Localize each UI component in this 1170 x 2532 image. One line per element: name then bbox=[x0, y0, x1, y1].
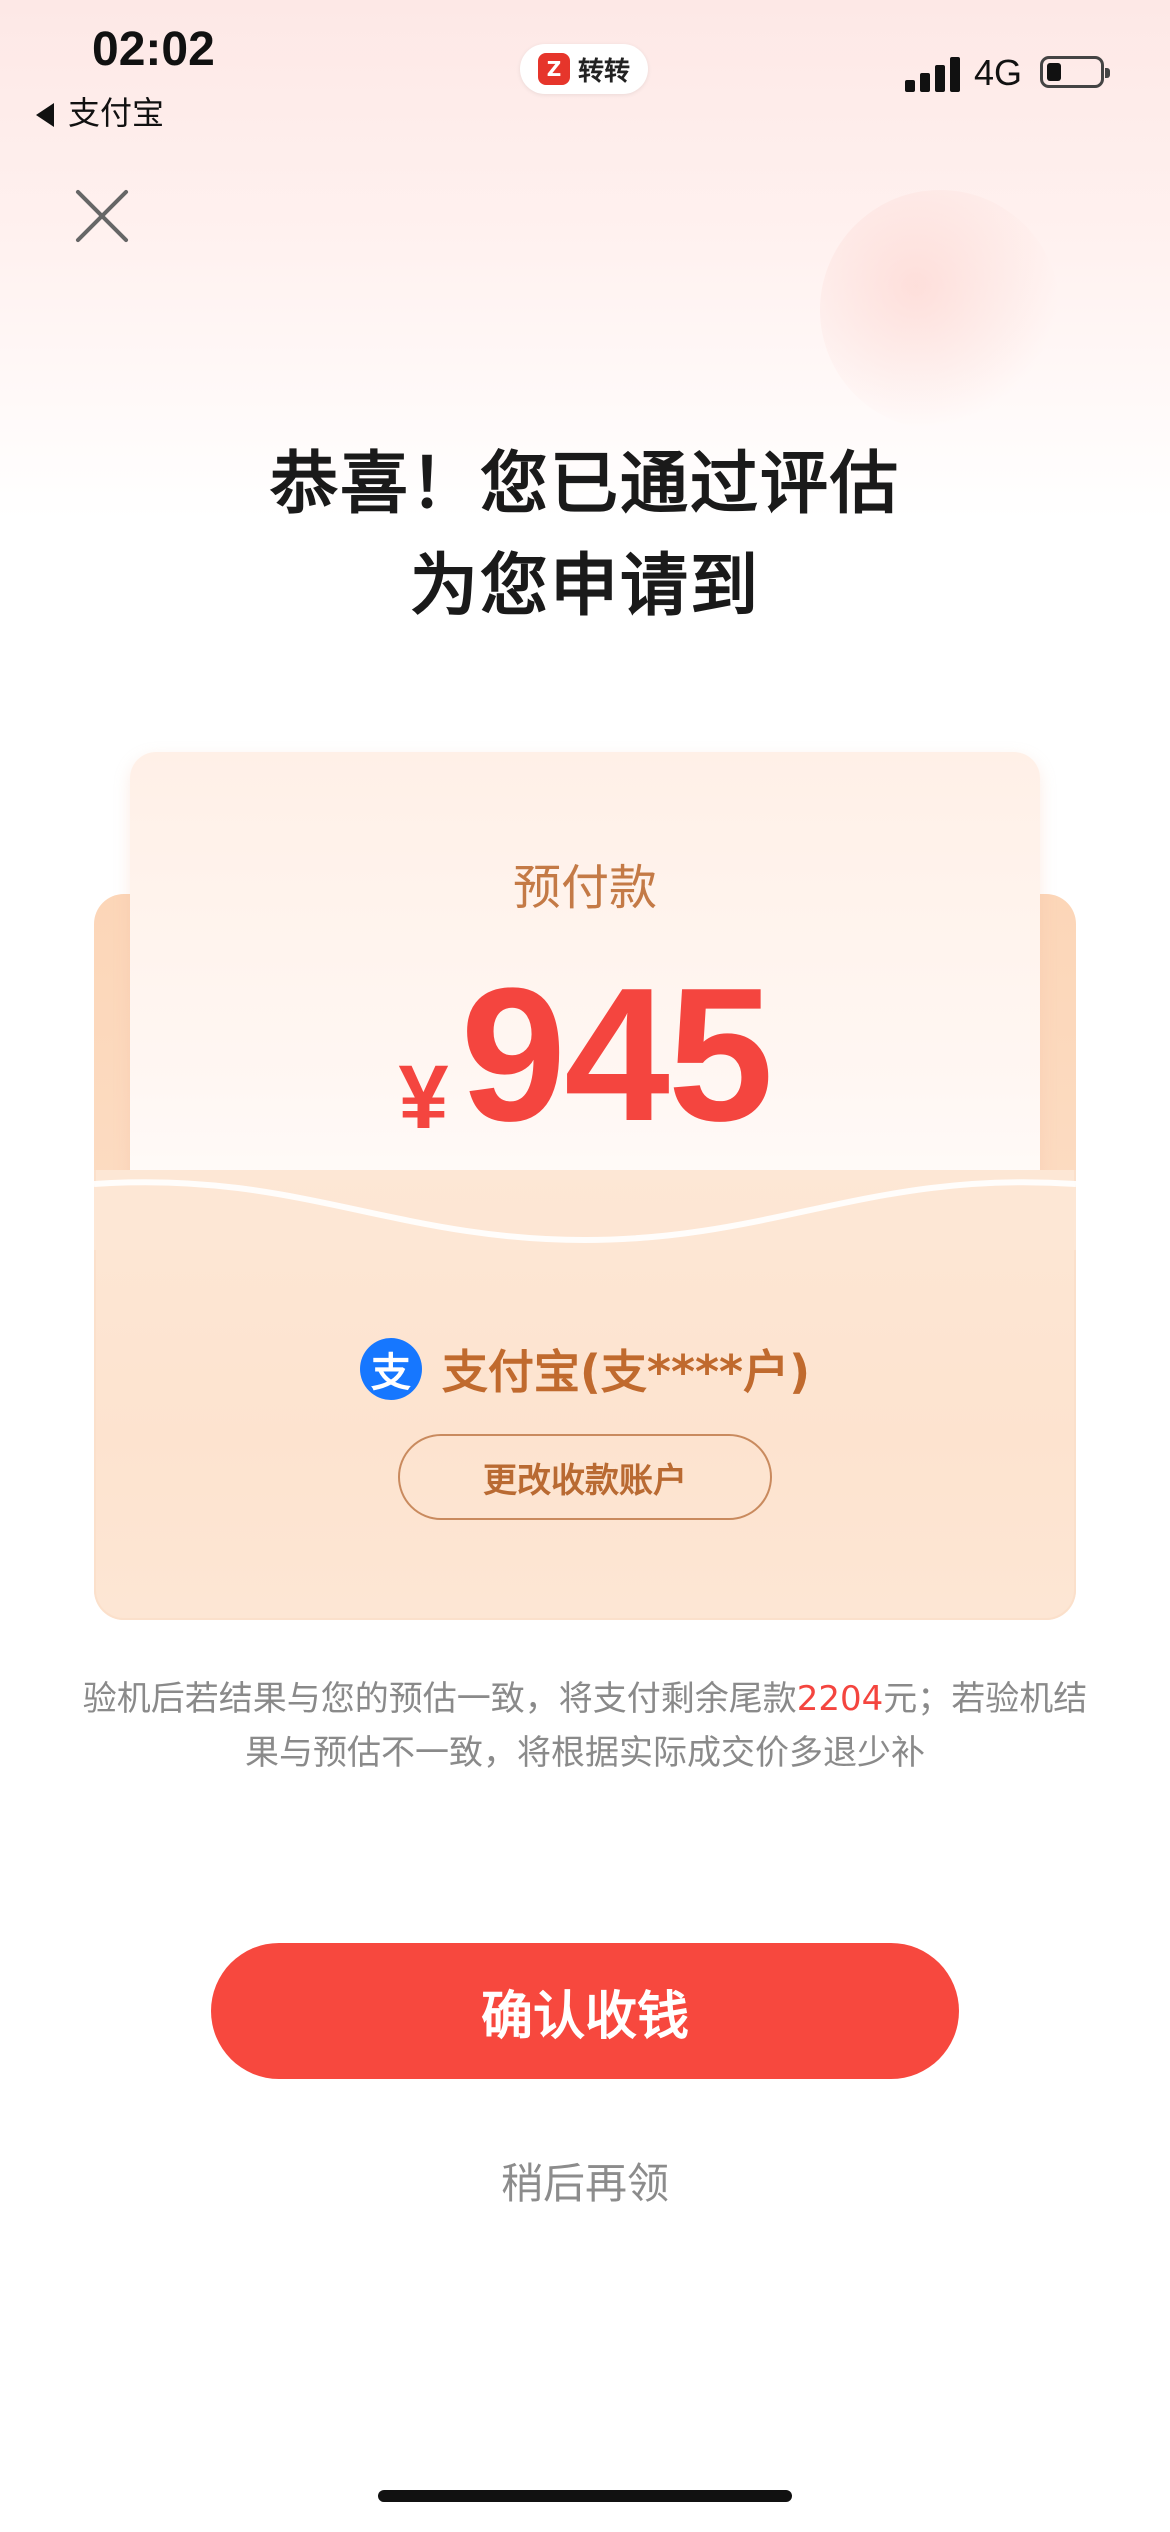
change-account-button[interactable]: 更改收款账户 bbox=[398, 1434, 772, 1520]
confirm-receive-button[interactable]: 确认收钱 bbox=[211, 1943, 959, 2079]
home-indicator[interactable] bbox=[378, 2490, 792, 2502]
settlement-note: 验机后若结果与您的预估一致，将支付剩余尾款2204元；若验机结果与预估不一致，将… bbox=[80, 1672, 1090, 1780]
alipay-icon: 支 bbox=[359, 1338, 422, 1400]
signal-icon bbox=[905, 56, 961, 92]
prepay-label: 预付款 bbox=[512, 860, 657, 916]
zhuanzhuan-logo-icon: Z bbox=[537, 53, 570, 85]
envelope-wave bbox=[94, 1179, 1076, 1250]
remaining-amount: 2204 bbox=[796, 1679, 884, 1719]
receiving-account: 支 支付宝(支****户) bbox=[0, 1336, 1170, 1402]
status-time: 02:02 bbox=[92, 23, 215, 76]
claim-later-link[interactable]: 稍后再领 bbox=[0, 2150, 1170, 2211]
close-icon[interactable] bbox=[72, 186, 132, 246]
app-pill: Z 转转 bbox=[520, 44, 648, 94]
currency-symbol: ¥ bbox=[398, 1048, 449, 1148]
page-title-line1: 恭喜！您已通过评估 bbox=[269, 445, 900, 524]
amount-value: 945 bbox=[460, 949, 774, 1161]
back-app-label: 支付宝 bbox=[68, 94, 165, 132]
note-part1: 验机后若结果与您的预估一致，将支付剩余尾款 bbox=[82, 1679, 797, 1719]
page-title-line2: 为您申请到 bbox=[409, 547, 760, 626]
account-name: 支付宝(支****户) bbox=[441, 1345, 811, 1399]
prepay-amount: ¥945 bbox=[0, 960, 1170, 1150]
back-arrow-icon bbox=[36, 103, 54, 127]
decorative-smile bbox=[820, 190, 1060, 430]
network-type: 4G bbox=[974, 52, 1023, 93]
app-pill-label: 转转 bbox=[577, 56, 630, 87]
battery-icon bbox=[1040, 56, 1110, 88]
back-to-app-link[interactable]: 支付宝 bbox=[36, 88, 164, 134]
